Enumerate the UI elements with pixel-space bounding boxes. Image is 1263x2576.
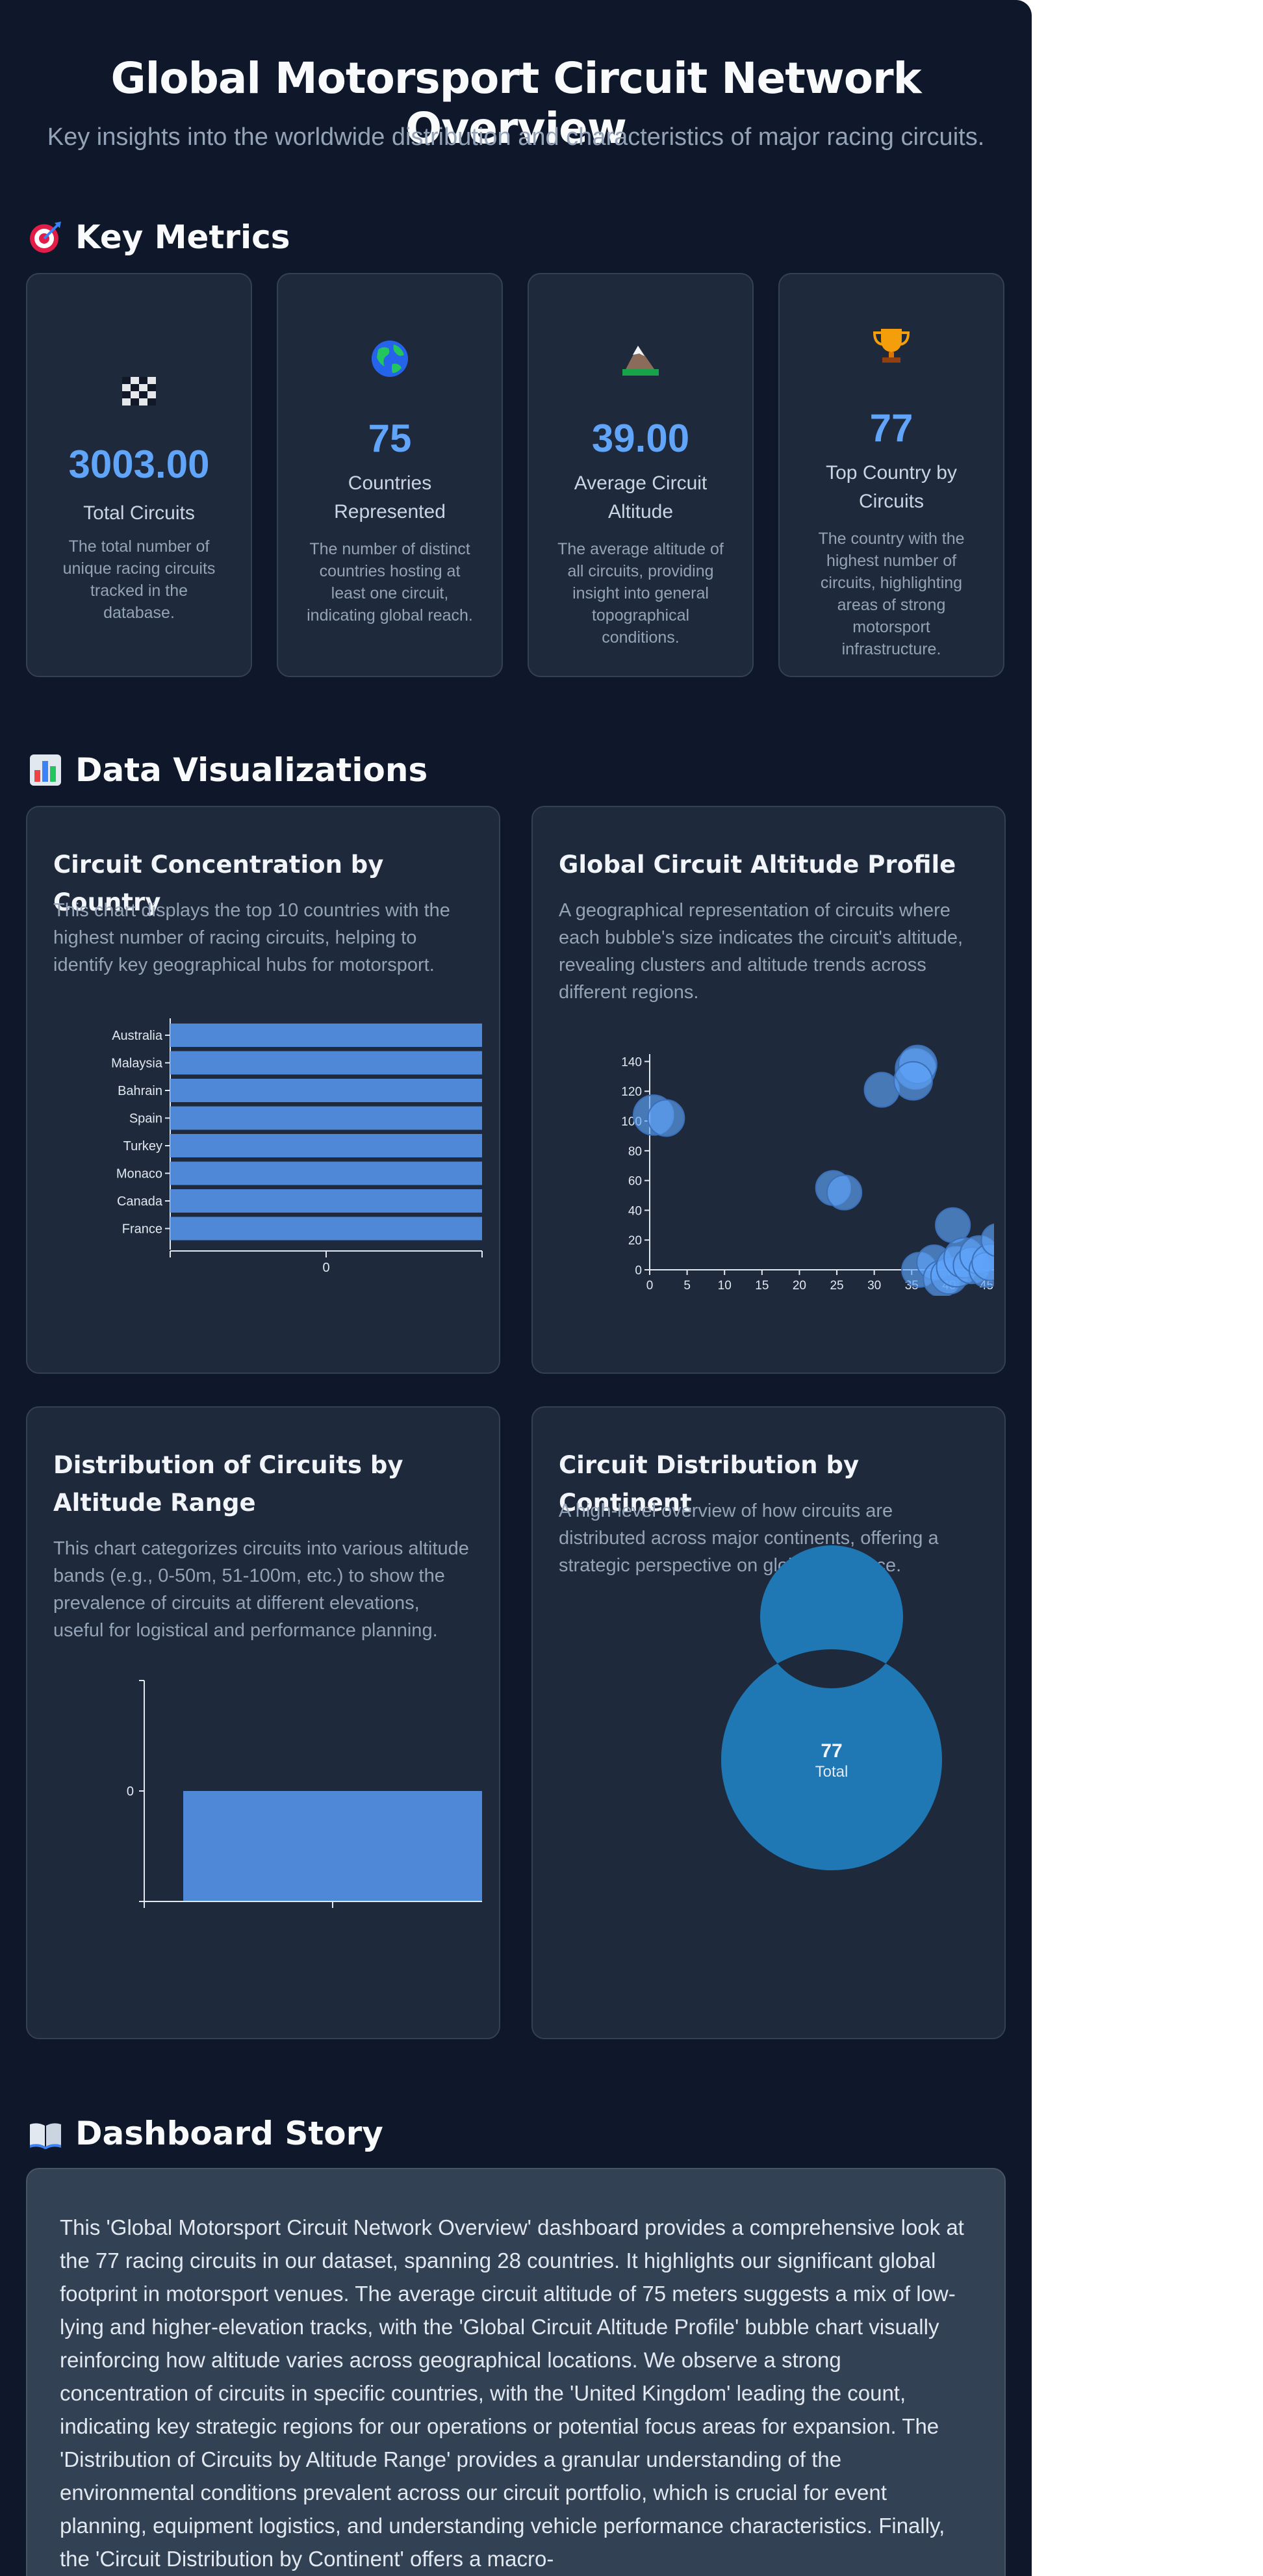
x-tick-label: 5 bbox=[683, 1279, 691, 1293]
metric-description: The total number of unique racing circui… bbox=[62, 537, 216, 622]
section-heading-story: Dashboard Story bbox=[29, 2111, 383, 2156]
chart-card-altitude-band: Distribution of Circuits by Altitude Ran… bbox=[26, 1406, 500, 2039]
category-label: Monaco bbox=[116, 1167, 162, 1181]
continent-donut-chart: 77Total bbox=[721, 1545, 942, 1870]
x-tick-label: 10 bbox=[718, 1279, 732, 1293]
altitude-band-bar-chart: 0 bbox=[127, 1680, 482, 1908]
dashboard: Global Motorsport Circuit Network Overvi… bbox=[0, 0, 1032, 2576]
x-tick-label: 20 bbox=[793, 1279, 806, 1293]
x-tick-label: 25 bbox=[830, 1279, 843, 1293]
altitude-bubble-chart: 020406080100120140051015202530354045 bbox=[621, 1044, 994, 1296]
section-heading-metrics: Key Metrics bbox=[29, 214, 290, 260]
bubble bbox=[980, 1223, 994, 1257]
metric-label: Countries Represented bbox=[334, 472, 446, 522]
category-label: Turkey bbox=[123, 1139, 162, 1153]
y-tick-label: 60 bbox=[628, 1175, 642, 1189]
donut-center-value: 77 bbox=[821, 1740, 842, 1762]
chart-card-altitude: Global Circuit Altitude Profile A geogra… bbox=[531, 806, 1006, 1374]
bubble-group bbox=[632, 1044, 994, 1296]
bar bbox=[170, 1106, 482, 1130]
metric-description: The average altitude of all circuits, pr… bbox=[557, 540, 724, 647]
category-label: France bbox=[122, 1222, 162, 1237]
metric-value: 77 bbox=[869, 406, 913, 450]
metric-card-average-altitude: 39.00 Average Circuit Altitude The avera… bbox=[528, 273, 754, 677]
target-icon bbox=[29, 220, 62, 254]
checkered-flag-icon bbox=[118, 370, 160, 412]
x-tick-label: 15 bbox=[755, 1279, 769, 1293]
metric-value: 39.00 bbox=[591, 417, 690, 460]
category-label: Bahrain bbox=[118, 1084, 162, 1098]
y-tick-label: 0 bbox=[127, 1784, 134, 1799]
bar bbox=[183, 1791, 482, 1901]
metric-value: 75 bbox=[368, 417, 412, 460]
mountain-icon bbox=[620, 339, 661, 381]
y-tick-label: 0 bbox=[635, 1264, 642, 1278]
x-tick-label: 0 bbox=[646, 1279, 654, 1293]
metric-description: The country with the highest number of c… bbox=[818, 530, 965, 658]
donut-center-label: Total bbox=[815, 1763, 848, 1781]
metric-card-total-circuits: 3003.00 Total Circuits The total number … bbox=[26, 273, 252, 677]
x-tick-label: 0 bbox=[322, 1261, 329, 1275]
chart-card-country: Circuit Concentration by Country This ch… bbox=[26, 806, 500, 1374]
category-label: Spain bbox=[129, 1112, 162, 1126]
bar bbox=[170, 1134, 482, 1157]
section-heading-visualizations-label: Data Visualizations bbox=[75, 751, 428, 789]
metric-card-countries: 75 Countries Represented The number of d… bbox=[277, 273, 503, 677]
page-subtitle: Key insights into the worldwide distribu… bbox=[47, 123, 985, 151]
y-tick-label: 20 bbox=[628, 1234, 642, 1248]
bar bbox=[170, 1051, 482, 1075]
bubble bbox=[893, 1061, 933, 1101]
bar bbox=[170, 1024, 482, 1047]
metric-card-top-country: 77 Top Country by Circuits The country w… bbox=[778, 273, 1004, 677]
metric-label: Total Circuits bbox=[83, 502, 195, 524]
metric-value: 3003.00 bbox=[68, 443, 210, 486]
metric-description: The number of distinct countries hosting… bbox=[307, 540, 473, 625]
x-tick-label: 30 bbox=[867, 1279, 881, 1293]
y-tick-label: 40 bbox=[628, 1204, 642, 1218]
y-tick-label: 80 bbox=[628, 1145, 642, 1159]
metric-label: Top Country by Circuits bbox=[826, 462, 957, 512]
bar bbox=[170, 1161, 482, 1185]
category-label: Malaysia bbox=[111, 1057, 163, 1071]
bar bbox=[170, 1217, 482, 1241]
y-tick-label: 120 bbox=[621, 1085, 642, 1099]
donut-slice bbox=[721, 1545, 942, 1870]
bar-chart-icon bbox=[29, 753, 62, 787]
category-label: Canada bbox=[117, 1194, 163, 1209]
section-heading-metrics-label: Key Metrics bbox=[75, 218, 290, 256]
story-card: This 'Global Motorsport Circuit Network … bbox=[26, 2168, 1006, 2576]
chart-card-continent: Circuit Distribution by Continent A high… bbox=[531, 1406, 1006, 2039]
section-heading-story-label: Dashboard Story bbox=[75, 2115, 383, 2152]
trophy-icon bbox=[871, 325, 912, 367]
bubble bbox=[826, 1174, 863, 1211]
open-book-icon bbox=[29, 2117, 62, 2150]
y-tick-label: 140 bbox=[621, 1055, 642, 1069]
story-text: This 'Global Motorsport Circuit Network … bbox=[60, 2215, 964, 2571]
globe-icon bbox=[369, 338, 411, 380]
bar bbox=[170, 1079, 482, 1102]
country-bar-chart: Australia Malaysia Bahrain Spain Turkey Monac… bbox=[111, 1018, 483, 1275]
category-label: Australia bbox=[112, 1029, 163, 1043]
metric-label: Average Circuit Altitude bbox=[574, 472, 708, 522]
section-heading-visualizations: Data Visualizations bbox=[29, 747, 427, 793]
bar bbox=[170, 1189, 482, 1213]
bubble bbox=[647, 1099, 685, 1137]
